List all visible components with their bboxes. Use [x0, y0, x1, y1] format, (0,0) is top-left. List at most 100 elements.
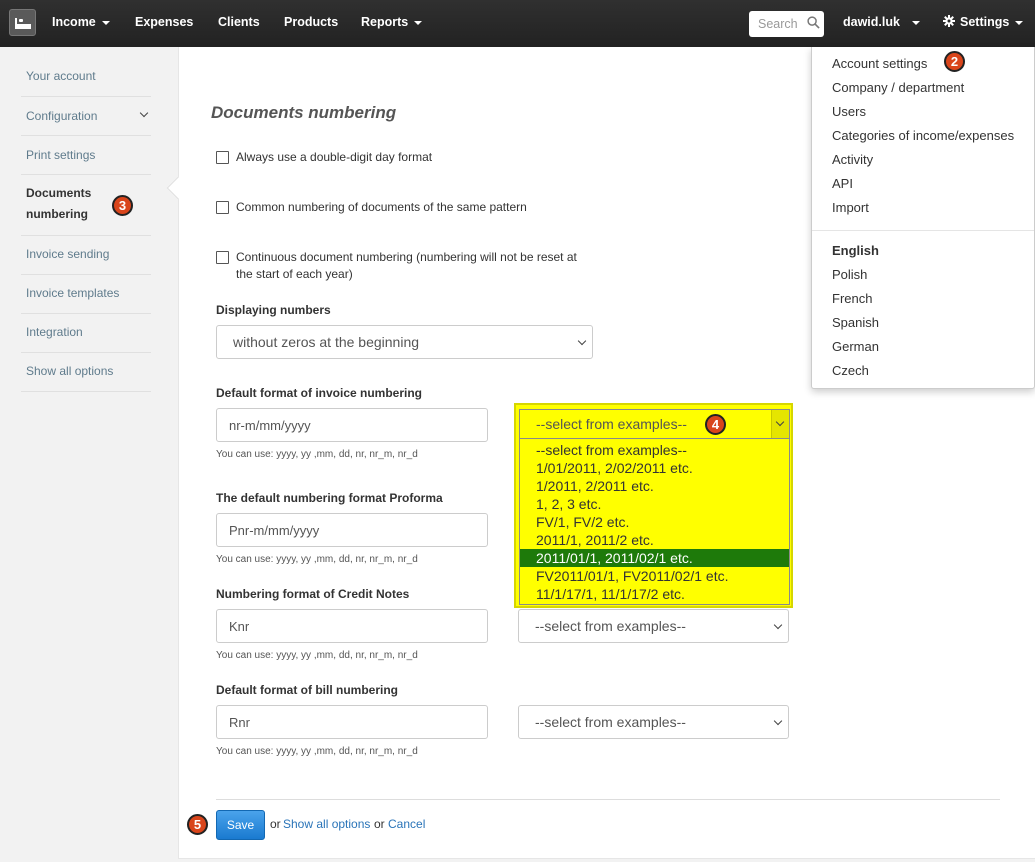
common-numbering-checkbox[interactable]: [216, 201, 229, 214]
credit-notes-format-label: Numbering format of Credit Notes: [216, 587, 410, 601]
example-option[interactable]: 1/2011, 2/2011 etc.: [520, 477, 789, 495]
cancel-link[interactable]: Cancel: [388, 817, 425, 831]
sidebar-item-label: Documents numbering: [26, 183, 91, 225]
bill-format-input[interactable]: [216, 705, 488, 739]
sidebar-item-your-account[interactable]: Your account: [21, 57, 151, 97]
example-option[interactable]: 1/01/2011, 2/02/2011 etc.: [520, 459, 789, 477]
example-option[interactable]: 2011/1, 2011/2 etc.: [520, 531, 789, 549]
nav-products-label: Products: [284, 15, 339, 29]
help-text: You can use: yyyy, yy ,mm, dd, nr, nr_m,…: [216, 449, 418, 460]
example-option[interactable]: 1, 2, 3 etc.: [520, 495, 789, 513]
menu-divider: [812, 230, 1034, 231]
menu-item-import[interactable]: Import: [832, 200, 869, 215]
chevron-down-icon: [577, 336, 587, 346]
checkbox-label: Always use a double-digit day format: [236, 150, 433, 164]
caret-down-icon: [1015, 20, 1024, 25]
example-option[interactable]: 11/1/17/1, 11/1/17/2 etc.: [520, 585, 789, 603]
gear-icon: [943, 15, 955, 27]
step-badge: 2: [944, 51, 965, 72]
menu-item-language-czech[interactable]: Czech: [832, 363, 869, 378]
continuous-numbering-checkbox[interactable]: [216, 251, 229, 264]
nav-clients-label: Clients: [218, 15, 260, 29]
sidebar-item-label: Your account: [26, 69, 96, 83]
chevron-down-icon: [773, 716, 783, 726]
menu-item-categories[interactable]: Categories of income/expenses: [832, 128, 1014, 143]
nav-expenses-label: Expenses: [135, 15, 194, 29]
sidebar-item-invoice-sending[interactable]: Invoice sending: [21, 236, 151, 275]
caret-down-icon: [101, 20, 110, 25]
step-badge: 4: [705, 414, 726, 435]
bill-examples-select[interactable]: --select from examples--: [518, 705, 789, 739]
menu-item-activity[interactable]: Activity: [832, 152, 873, 167]
menu-item-company-department[interactable]: Company / department: [832, 80, 964, 95]
chevron-down-icon: [775, 417, 785, 427]
chevron-down-icon: [139, 108, 149, 118]
credit-notes-format-input[interactable]: [216, 609, 488, 643]
step-badge: 3: [112, 195, 133, 216]
footer-divider: [216, 799, 1000, 800]
caret-down-icon: [911, 20, 920, 25]
select-value: without zeros at the beginning: [233, 334, 420, 350]
caret-down-icon: [414, 20, 423, 25]
proforma-format-input[interactable]: [216, 513, 488, 547]
sidebar-item-label: Print settings: [26, 148, 96, 162]
sidebar: Your account Configuration Print setting…: [0, 47, 178, 862]
double-digit-day-checkbox[interactable]: [216, 151, 229, 164]
footer-or-text: or: [270, 817, 281, 831]
menu-item-api[interactable]: API: [832, 176, 853, 191]
sidebar-item-invoice-templates[interactable]: Invoice templates: [21, 275, 151, 314]
invoice-format-label: Default format of invoice numbering: [216, 386, 423, 400]
sidebar-item-label-line1: Documents: [26, 186, 92, 200]
show-all-options-link[interactable]: Show all options: [283, 817, 370, 831]
sidebar-item-show-all-options[interactable]: Show all options: [21, 353, 151, 392]
search-input[interactable]: [749, 11, 804, 37]
invoice-examples-select[interactable]: --select from examples--: [519, 409, 790, 439]
settings-dropdown-menu: Account settings Company / department Us…: [811, 47, 1035, 389]
bill-format-label: Default format of bill numbering: [216, 683, 398, 697]
page-title: Documents numbering: [211, 103, 397, 122]
nav-reports-menu[interactable]: Reports: [361, 15, 423, 29]
example-option[interactable]: --select from examples--: [520, 441, 789, 459]
user-name: dawid.luk: [843, 15, 900, 29]
example-option[interactable]: FV/1, FV/2 etc.: [520, 513, 789, 531]
sidebar-item-label: Invoice templates: [26, 286, 120, 300]
sidebar-item-print-settings[interactable]: Print settings: [21, 136, 151, 175]
nav-income-label: Income: [52, 15, 96, 29]
nav-expenses-link[interactable]: Expenses: [135, 15, 193, 29]
nav-income-menu[interactable]: Income: [52, 15, 110, 29]
nav-reports-label: Reports: [361, 15, 409, 29]
help-text: You can use: yyyy, yy ,mm, dd, nr, nr_m,…: [216, 746, 418, 757]
select-value: --select from examples--: [535, 714, 686, 730]
checkbox-label: Common numbering of documents of the sam…: [236, 200, 527, 214]
menu-item-language-german[interactable]: German: [832, 339, 879, 354]
step-badge: 5: [187, 814, 208, 835]
menu-item-language-spanish[interactable]: Spanish: [832, 315, 879, 330]
invoice-format-input[interactable]: [216, 408, 488, 442]
sidebar-item-configuration[interactable]: Configuration: [21, 97, 151, 136]
examples-option-list: --select from examples-- 1/01/2011, 2/02…: [519, 439, 790, 605]
sidebar-item-integration[interactable]: Integration: [21, 314, 151, 353]
menu-item-language-english[interactable]: English: [832, 243, 879, 258]
nav-products-link[interactable]: Products: [284, 15, 338, 29]
proforma-format-label: The default numbering format Proforma: [216, 491, 443, 505]
menu-item-account-settings[interactable]: Account settings: [832, 56, 927, 71]
menu-item-users[interactable]: Users: [832, 104, 866, 119]
settings-menu-toggle[interactable]: Settings: [943, 15, 1024, 29]
save-button[interactable]: Save: [216, 810, 265, 840]
example-option[interactable]: FV2011/01/1, FV2011/02/1 etc.: [520, 567, 789, 585]
app-logo-icon[interactable]: [9, 9, 36, 36]
nav-clients-link[interactable]: Clients: [218, 15, 260, 29]
search-icon[interactable]: [807, 16, 820, 29]
footer-or-text: or: [374, 817, 385, 831]
menu-item-language-polish[interactable]: Polish: [832, 267, 867, 282]
user-menu[interactable]: dawid.luk: [843, 15, 920, 29]
menu-item-language-french[interactable]: French: [832, 291, 872, 306]
credit-notes-examples-select[interactable]: --select from examples--: [518, 609, 789, 643]
settings-label: Settings: [960, 15, 1010, 29]
example-option-highlighted[interactable]: 2011/01/1, 2011/02/1 etc.: [520, 549, 789, 567]
displaying-numbers-select[interactable]: without zeros at the beginning: [216, 325, 593, 359]
search-box: [749, 11, 824, 37]
chevron-down-icon: [773, 620, 783, 630]
dropdown-arrow-button[interactable]: [771, 410, 789, 438]
displaying-numbers-label: Displaying numbers: [216, 303, 331, 317]
